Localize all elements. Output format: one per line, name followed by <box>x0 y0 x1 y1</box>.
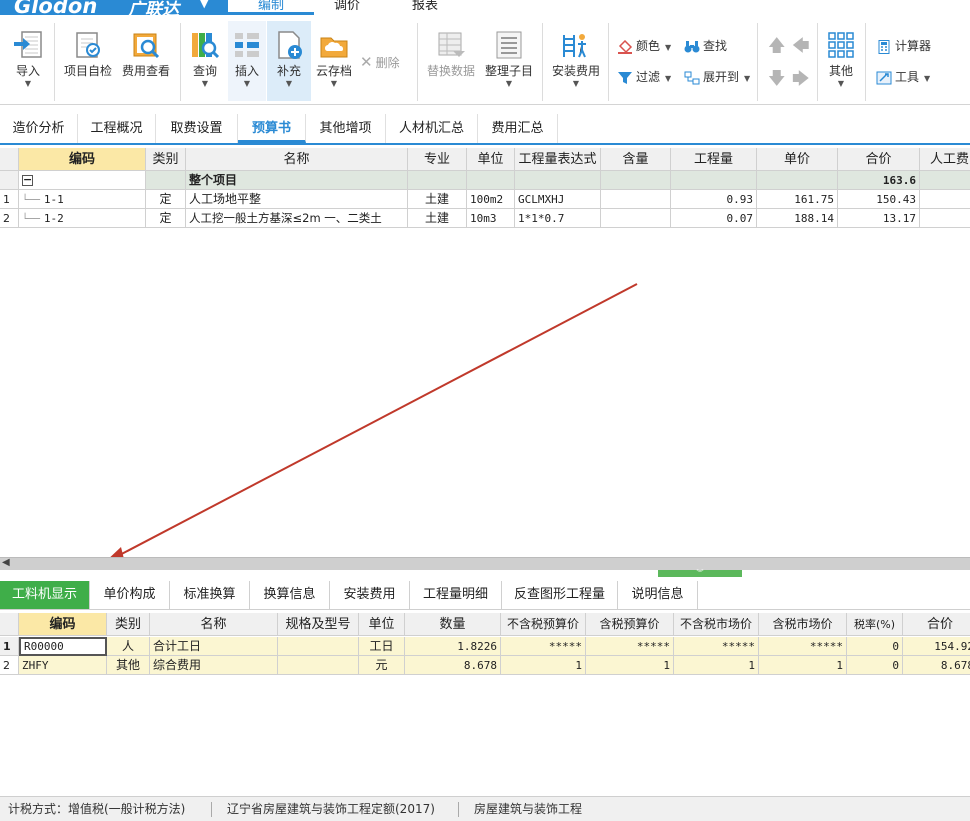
table-row[interactable]: 2 ZHFY 其他 综合费用 元 8.678 1 1 1 1 0 8.678 <box>0 656 970 675</box>
cell-name[interactable]: 合计工日 <box>150 637 278 656</box>
status-project-type: 房屋建筑与装饰工程 <box>474 802 583 816</box>
cell-total[interactable]: 8.678 <box>903 656 970 675</box>
header-name[interactable]: 名称 <box>150 613 278 636</box>
cell-code[interactable]: R00000 <box>19 637 107 656</box>
tab-description[interactable]: 说明信息 <box>618 581 698 609</box>
cell-budget-price-excl-tax[interactable]: ***** <box>501 637 586 656</box>
cell-quantity[interactable]: 1.8226 <box>405 637 501 656</box>
row-number: 1 <box>0 637 19 656</box>
cell-type[interactable]: 其他 <box>107 656 150 675</box>
cell-tax-rate[interactable]: 0 <box>847 637 903 656</box>
cell-code[interactable]: ZHFY <box>19 656 107 675</box>
cell-name[interactable]: 综合费用 <box>150 656 278 675</box>
cell-market-price-excl-tax[interactable]: ***** <box>674 637 759 656</box>
cell-unit[interactable]: 元 <box>359 656 405 675</box>
header-market-price-excl-tax[interactable]: 不含税市场价 <box>674 613 759 636</box>
header-unit[interactable]: 单位 <box>359 613 405 636</box>
cell-budget-price-incl-tax[interactable]: ***** <box>586 637 674 656</box>
cell-market-price-incl-tax[interactable]: ***** <box>759 637 847 656</box>
cell-type[interactable]: 人 <box>107 637 150 656</box>
cell-market-price-excl-tax[interactable]: 1 <box>674 656 759 675</box>
table-row[interactable]: 1 R00000 人 合计工日 工日 1.8226 ***** ***** **… <box>0 637 970 656</box>
scroll-left-icon[interactable]: ◀ <box>2 557 10 568</box>
header-type[interactable]: 类别 <box>107 613 150 636</box>
status-quota: 辽宁省房屋建筑与装饰工程定额(2017) <box>227 802 435 816</box>
header-code[interactable]: 编码 <box>19 613 107 636</box>
horizontal-scrollbar[interactable]: ◀ <box>0 557 970 570</box>
cell-unit[interactable]: 工日 <box>359 637 405 656</box>
tab-labor-material-display[interactable]: 工料机显示 <box>0 581 90 609</box>
tab-standard-conversion[interactable]: 标准换算 <box>170 581 250 609</box>
row-number: 2 <box>0 656 19 675</box>
detail-tab-bar: 工料机显示 单价构成 标准换算 换算信息 安装费用 工程量明细 反查图形工程量 … <box>0 581 970 610</box>
header-tax-rate[interactable]: 税率(%) <box>847 613 903 636</box>
cell-total[interactable]: 154.92 <box>903 637 970 656</box>
tab-install-fee[interactable]: 安装费用 <box>330 581 410 609</box>
status-separator <box>211 802 212 817</box>
double-chevron-down-icon: ︾ <box>696 569 704 577</box>
header-budget-price-incl-tax[interactable]: 含税预算价 <box>586 613 674 636</box>
header-total[interactable]: 合价 <box>903 613 970 636</box>
header-spec[interactable]: 规格及型号 <box>278 613 359 636</box>
cell-quantity[interactable]: 8.678 <box>405 656 501 675</box>
annotation-arrow <box>104 283 638 563</box>
grid-header-row: 编码 类别 名称 规格及型号 单位 数量 不含税预算价 含税预算价 不含税市场价… <box>0 613 970 636</box>
header-quantity[interactable]: 数量 <box>405 613 501 636</box>
cell-spec[interactable] <box>278 637 359 656</box>
grid-corner <box>0 613 19 636</box>
tab-quantity-detail[interactable]: 工程量明细 <box>410 581 502 609</box>
tab-graphic-quantity-lookup[interactable]: 反查图形工程量 <box>502 581 618 609</box>
status-tax-method: 计税方式：增值税(一般计税方法) <box>8 802 186 816</box>
cell-tax-rate[interactable]: 0 <box>847 656 903 675</box>
splitter-handle[interactable]: ︾ <box>658 570 742 577</box>
tab-conversion-info[interactable]: 换算信息 <box>250 581 330 609</box>
cell-spec[interactable] <box>278 656 359 675</box>
status-bar: 计税方式：增值税(一般计税方法) 辽宁省房屋建筑与装饰工程定额(2017) 房屋… <box>0 796 970 821</box>
cell-market-price-incl-tax[interactable]: 1 <box>759 656 847 675</box>
header-budget-price-excl-tax[interactable]: 不含税预算价 <box>501 613 586 636</box>
cell-budget-price-excl-tax[interactable]: 1 <box>501 656 586 675</box>
cell-budget-price-incl-tax[interactable]: 1 <box>586 656 674 675</box>
tab-unit-price-composition[interactable]: 单价构成 <box>90 581 170 609</box>
status-separator <box>458 802 459 817</box>
app-window: Glodon 广联达 ▼ 编制 调价 报表 导入 ▼ 项目自检 费用查看 查询 … <box>0 0 970 821</box>
header-market-price-incl-tax[interactable]: 含税市场价 <box>759 613 847 636</box>
